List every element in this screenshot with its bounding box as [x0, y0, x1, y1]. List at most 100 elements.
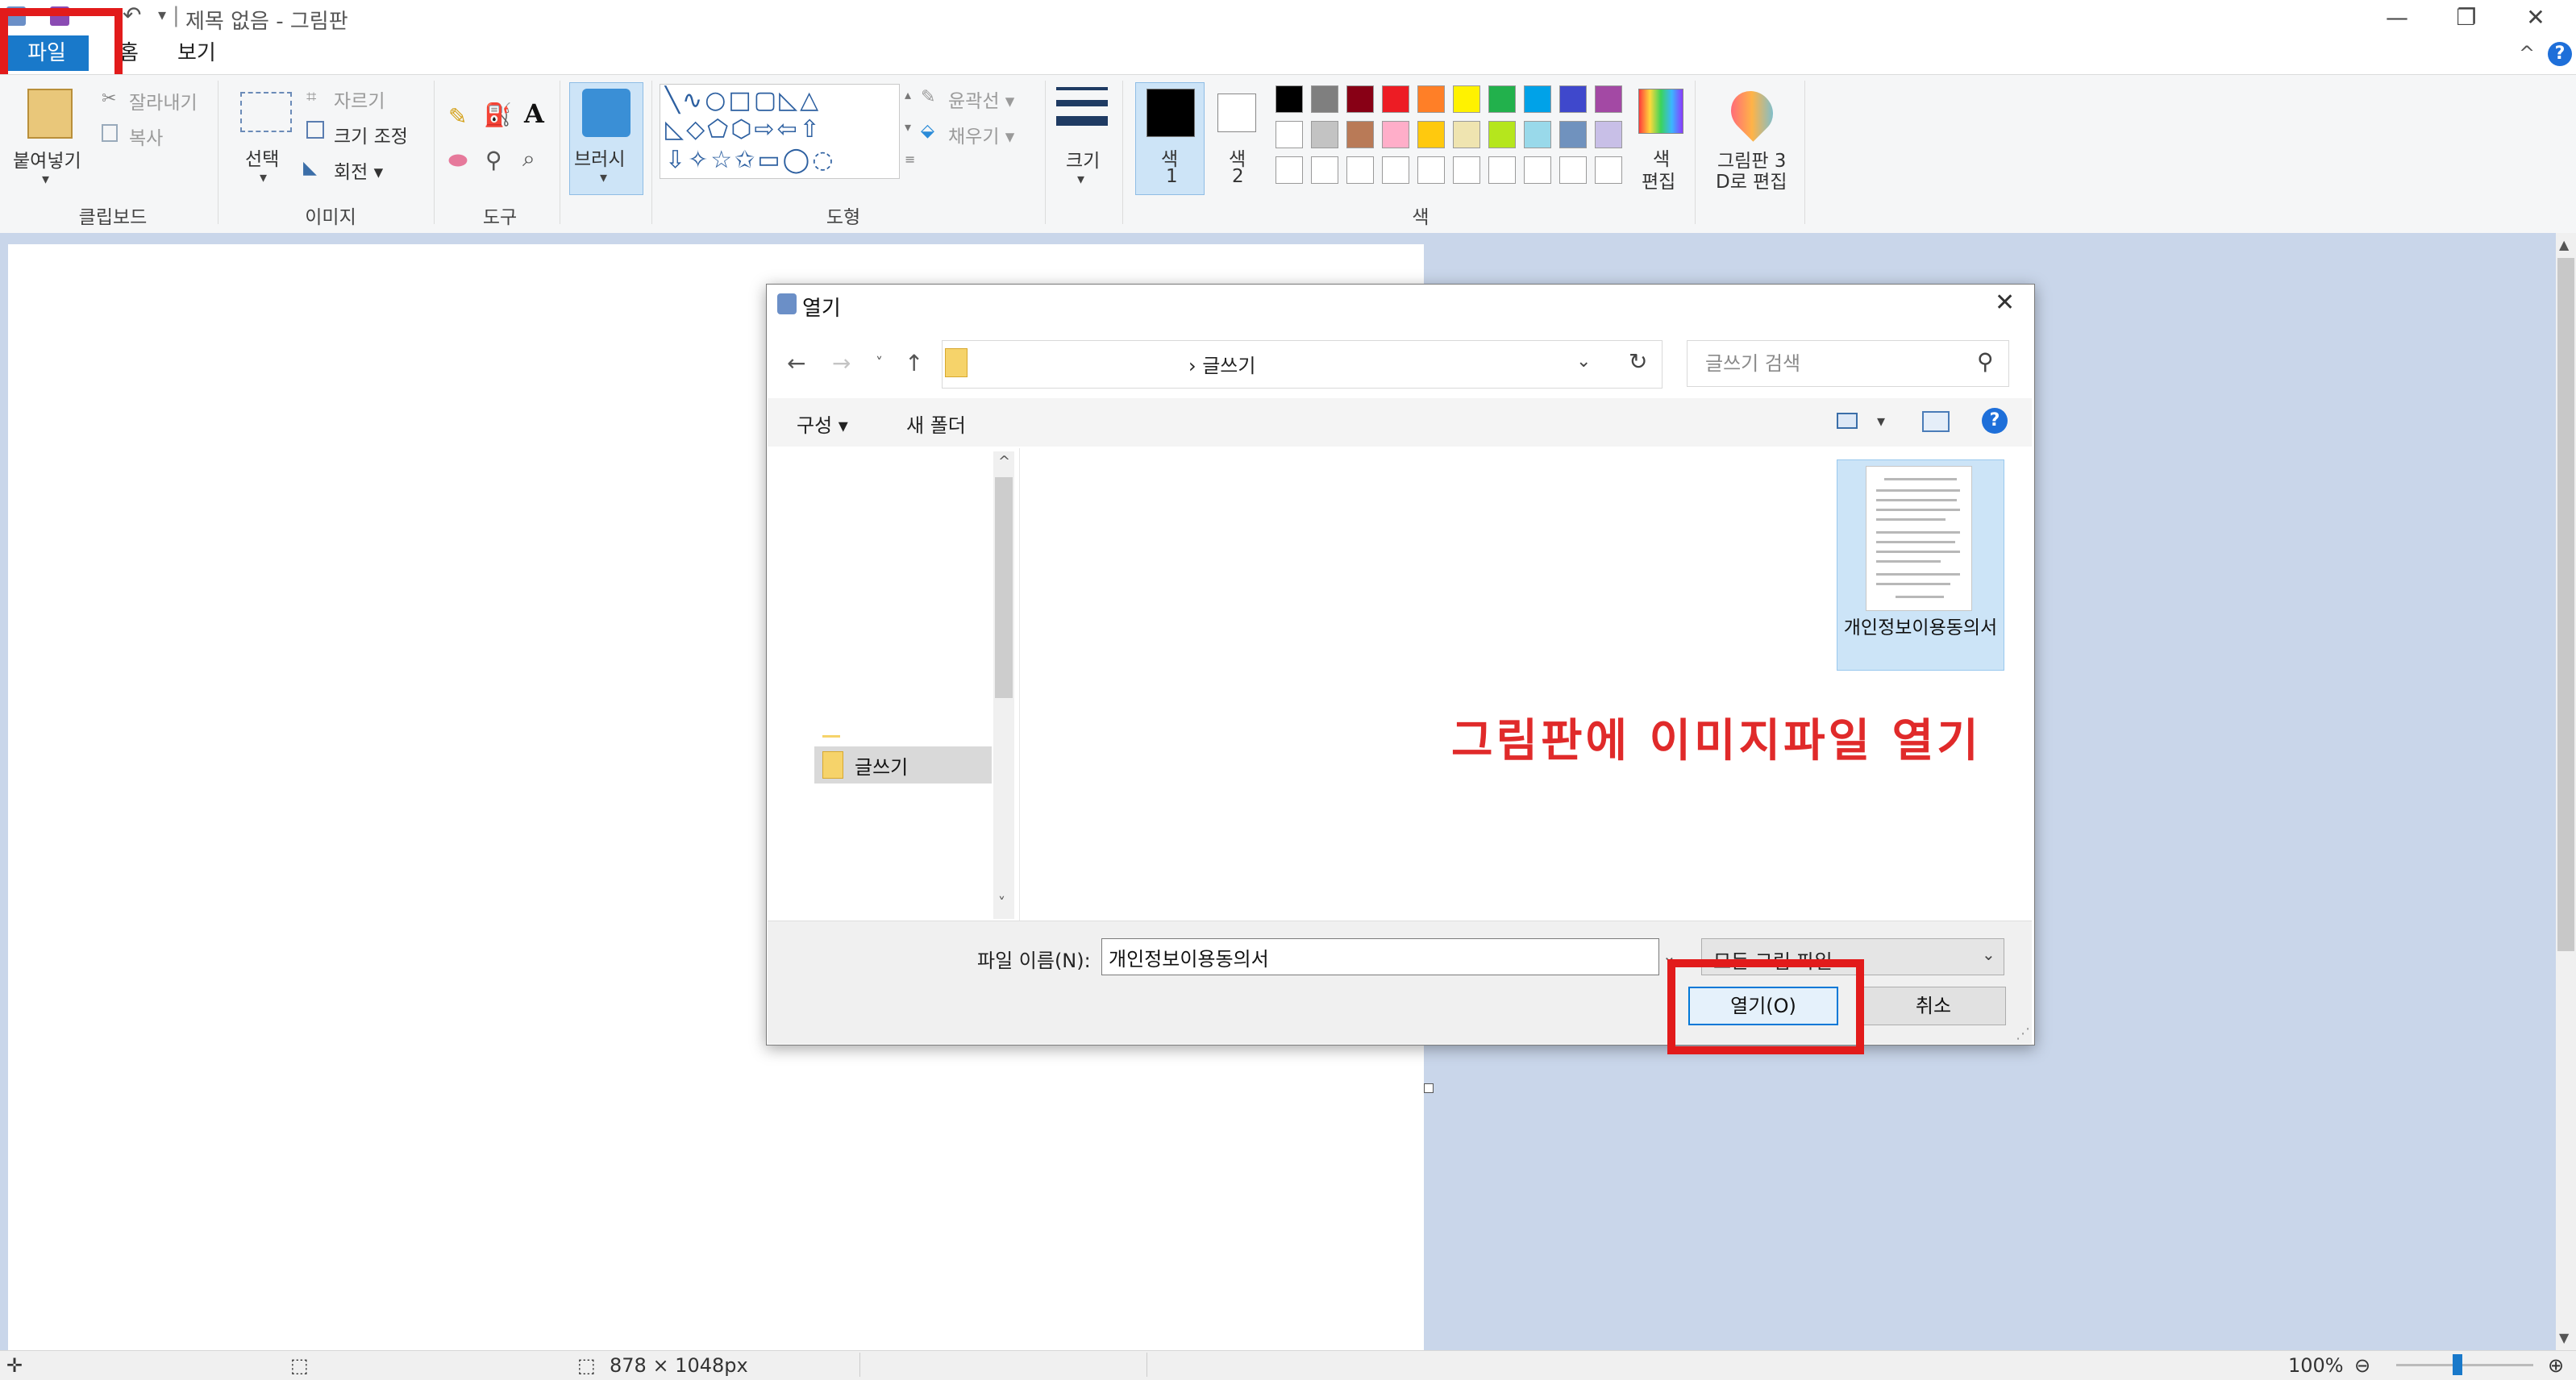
custom-color-slot[interactable]	[1595, 156, 1622, 184]
collapse-ribbon-icon[interactable]: ^	[2519, 42, 2535, 64]
zoom-slider-thumb[interactable]	[2453, 1354, 2462, 1375]
recent-locations-icon[interactable]: ˅	[876, 355, 883, 372]
eraser-icon[interactable]: ⬬	[448, 147, 468, 174]
resize-button[interactable]: 크기 조정	[334, 121, 408, 148]
file-type-dropdown-icon[interactable]: ⌄	[1982, 945, 1995, 964]
color-swatch[interactable]	[1488, 85, 1516, 113]
shapes-more-icon[interactable]: ≡	[905, 152, 915, 167]
select-icon[interactable]	[240, 92, 292, 132]
shapes-row-2[interactable]: ◺◇⬠⬡⇨⇦⇧	[665, 115, 822, 143]
copy-button[interactable]: 복사	[129, 123, 163, 150]
color-swatch[interactable]	[1595, 121, 1622, 148]
custom-color-slot[interactable]	[1453, 156, 1480, 184]
nav-scrollbar-thumb[interactable]	[995, 477, 1013, 698]
refresh-icon[interactable]: ↻	[1629, 348, 1647, 375]
up-icon[interactable]: ↑	[905, 350, 923, 376]
brushes-dropdown-icon[interactable]: ▾	[600, 169, 607, 186]
paste-button[interactable]: 붙여넣기	[13, 145, 81, 172]
color-swatch[interactable]	[1417, 85, 1445, 113]
color-swatch[interactable]	[1382, 85, 1409, 113]
edit-colors-icon[interactable]	[1638, 89, 1683, 134]
color-swatch[interactable]	[1559, 121, 1587, 148]
color-swatch[interactable]	[1453, 85, 1480, 113]
fill-icon[interactable]: ⛽	[484, 102, 512, 128]
restore-button[interactable]: ❐	[2432, 0, 2501, 35]
zoom-in-icon[interactable]: ⊕	[2548, 1354, 2564, 1377]
organize-button[interactable]: 구성 ▾	[797, 409, 848, 438]
view-options-icon[interactable]	[1837, 413, 1858, 429]
color-swatch[interactable]	[1382, 121, 1409, 148]
view-dropdown-icon[interactable]: ▾	[1877, 411, 1885, 430]
shapes-gallery[interactable]: ╲∿○□▢◺△ ◺◇⬠⬡⇨⇦⇧ ⇩✧☆✩▭◯◌	[660, 84, 900, 179]
search-icon[interactable]: ⚲	[1977, 348, 1994, 375]
resize-grip-icon[interactable]: ⋰	[2016, 1025, 2030, 1042]
shape-fill-button[interactable]: 채우기 ▾	[948, 121, 1014, 148]
crop-button[interactable]: 자르기	[334, 85, 385, 113]
scroll-down-icon[interactable]: ▼	[2559, 1330, 2569, 1345]
file-name-input[interactable]	[1101, 938, 1659, 975]
color-swatch[interactable]	[1311, 121, 1338, 148]
color-swatch[interactable]	[1346, 85, 1374, 113]
qat-customize-icon[interactable]: ▾	[158, 5, 166, 24]
tab-view[interactable]: 보기	[177, 35, 216, 71]
canvas-resize-handle[interactable]	[1424, 1083, 1434, 1093]
rotate-button[interactable]: 회전 ▾	[334, 156, 383, 184]
custom-color-slot[interactable]	[1417, 156, 1445, 184]
shapes-scroll-up-icon[interactable]: ▴	[905, 87, 911, 102]
back-icon[interactable]: ←	[787, 350, 805, 376]
undo-icon[interactable]: ↶	[123, 2, 141, 28]
address-path[interactable]: › 글쓰기	[1188, 350, 1255, 378]
close-button[interactable]: ✕	[2501, 0, 2570, 35]
nav-scroll-up-icon[interactable]: ^	[998, 453, 1010, 470]
nav-scroll-down-icon[interactable]: ˅	[998, 895, 1005, 912]
scrollbar-thumb[interactable]	[2557, 258, 2574, 951]
color-swatch[interactable]	[1276, 85, 1303, 113]
custom-color-slot[interactable]	[1311, 156, 1338, 184]
color-swatch[interactable]	[1417, 121, 1445, 148]
color-swatch[interactable]	[1346, 121, 1374, 148]
custom-color-slot[interactable]	[1524, 156, 1551, 184]
custom-color-slot[interactable]	[1559, 156, 1587, 184]
paste-dropdown-icon[interactable]: ▾	[42, 171, 49, 188]
custom-color-slot[interactable]	[1382, 156, 1409, 184]
minimize-button[interactable]: —	[2362, 0, 2432, 35]
nav-item-label[interactable]: 글쓰기	[855, 751, 908, 779]
address-bar[interactable]	[942, 340, 1663, 389]
paste-icon[interactable]	[27, 89, 73, 139]
color-swatch[interactable]	[1524, 85, 1551, 113]
color-swatch[interactable]	[1453, 121, 1480, 148]
color-palette[interactable]	[1276, 85, 1630, 190]
new-folder-button[interactable]: 새 폴더	[906, 409, 966, 438]
preview-pane-icon[interactable]	[1922, 411, 1950, 432]
help-icon[interactable]: ?	[1982, 408, 2008, 434]
color-swatch[interactable]	[1276, 121, 1303, 148]
dialog-close-button[interactable]: ✕	[1995, 289, 2015, 317]
shapes-row-1[interactable]: ╲∿○□▢◺△	[665, 86, 821, 114]
color-picker-icon[interactable]: ⚲	[485, 147, 502, 173]
color-swatch[interactable]	[1524, 121, 1551, 148]
search-input[interactable]	[1687, 340, 2009, 387]
zoom-out-icon[interactable]: ⊖	[2354, 1354, 2370, 1377]
color-swatch[interactable]	[1559, 85, 1587, 113]
pencil-icon[interactable]: ✎	[448, 103, 467, 130]
outline-button[interactable]: 윤곽선 ▾	[948, 85, 1014, 113]
size-icon[interactable]	[1056, 87, 1108, 90]
custom-color-slot[interactable]	[1276, 156, 1303, 184]
shapes-row-3[interactable]: ⇩✧☆✩▭◯◌	[665, 146, 835, 174]
select-button[interactable]: 선택	[245, 143, 279, 171]
cut-button[interactable]: 잘라내기	[129, 87, 198, 114]
size-button[interactable]: 크기	[1066, 145, 1100, 172]
magnifier-icon[interactable]: ⌕	[522, 145, 535, 172]
size-dropdown-icon[interactable]: ▾	[1077, 171, 1084, 188]
color-swatch[interactable]	[1311, 85, 1338, 113]
text-icon[interactable]: A	[524, 98, 544, 129]
zoom-slider[interactable]	[2396, 1364, 2533, 1366]
color-swatch[interactable]	[1595, 85, 1622, 113]
custom-color-slot[interactable]	[1488, 156, 1516, 184]
color-swatch[interactable]	[1488, 121, 1516, 148]
scroll-up-icon[interactable]: ▲	[2559, 237, 2569, 252]
shapes-scroll-down-icon[interactable]: ▾	[905, 119, 911, 135]
select-dropdown-icon[interactable]: ▾	[260, 169, 267, 186]
color2-swatch[interactable]	[1217, 94, 1256, 132]
cancel-button[interactable]: 취소	[1861, 987, 2006, 1025]
